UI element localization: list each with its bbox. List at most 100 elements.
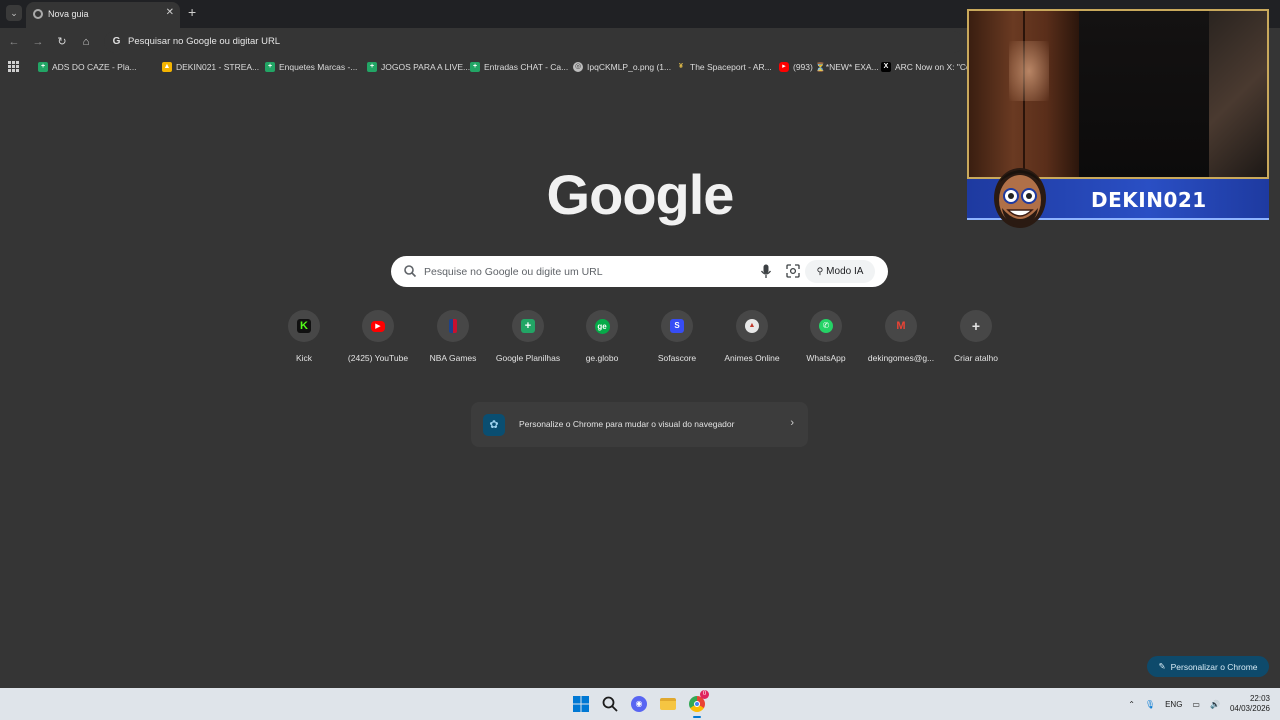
customize-chrome-button[interactable]: ✎ Personalizar o Chrome xyxy=(1147,656,1269,677)
bookmark-item[interactable]: ¥ The Spaceport - AR... xyxy=(676,60,772,74)
new-tab-button[interactable]: + xyxy=(188,4,196,20)
drive-icon: ▲ xyxy=(162,62,172,72)
animes-online-icon: ▲ xyxy=(745,319,759,333)
tab-new-tab[interactable]: Nova guia ✕ xyxy=(26,2,180,28)
clock[interactable]: 22:03 04/03/2026 xyxy=(1230,694,1270,714)
shortcut-label: ge.globo xyxy=(585,353,619,363)
sofascore-icon: S xyxy=(670,319,684,333)
chevron-up-icon[interactable]: ⌃ xyxy=(1128,700,1135,709)
globe-icon: ◎ xyxy=(573,62,583,72)
webcam-poster xyxy=(1209,11,1267,177)
google-lens-icon[interactable] xyxy=(786,264,800,278)
shortcut-label: Google Planilhas xyxy=(495,353,561,363)
customize-chrome-card[interactable]: ✿ Personalize o Chrome para mudar o visu… xyxy=(471,402,808,447)
kick-icon: K xyxy=(297,319,311,333)
ai-mode-button[interactable]: ⚲ Modo IA xyxy=(805,260,875,283)
back-button[interactable]: ← xyxy=(6,34,22,50)
tab-title: Nova guia xyxy=(48,9,89,19)
search-icon xyxy=(404,265,417,278)
streamer-handle: DEKIN021 xyxy=(1091,188,1207,212)
chrome-favicon-icon xyxy=(33,9,43,19)
shortcut-youtube[interactable]: ▶ (2425) YouTube xyxy=(338,310,418,363)
bookmark-item[interactable]: + Enquetes Marcas -... xyxy=(265,60,357,74)
shortcut-nba-games[interactable]: NBA Games xyxy=(413,310,493,363)
taskbar-apps: ◉ 0 xyxy=(570,690,709,718)
taskbar-file-explorer[interactable] xyxy=(657,693,679,715)
sheets-icon: + xyxy=(38,62,48,72)
windows-start-button[interactable] xyxy=(570,693,592,715)
shortcut-label: NBA Games xyxy=(429,353,477,363)
search-input[interactable] xyxy=(424,256,744,287)
sheets-icon: + xyxy=(470,62,480,72)
nba-icon xyxy=(449,319,457,333)
google-g-icon: G xyxy=(112,36,121,47)
webcam-overlay xyxy=(967,9,1269,179)
streamer-avatar xyxy=(994,168,1046,228)
notification-badge: 0 xyxy=(700,690,709,699)
x-icon: X xyxy=(881,62,891,72)
search-box[interactable]: ⚲ Modo IA xyxy=(391,256,888,287)
folder-icon xyxy=(660,698,676,710)
pencil-icon: ✎ xyxy=(1158,661,1166,671)
customize-card-text: Personalize o Chrome para mudar o visual… xyxy=(519,419,735,429)
close-tab-icon[interactable]: ✕ xyxy=(166,7,174,18)
bookmark-item[interactable]: ▸ (993) ⏳*NEW* EXA... xyxy=(779,60,879,74)
home-button[interactable]: ⌂ xyxy=(78,34,94,50)
discord-icon: ◉ xyxy=(631,696,647,712)
shortcut-gmail[interactable]: M dekingomes@g... xyxy=(861,310,941,363)
bookmark-item[interactable]: X ARC Now on X: "Co... xyxy=(881,60,978,74)
shortcut-sofascore[interactable]: S Sofascore xyxy=(637,310,717,363)
microphone-icon[interactable]: 🎙 xyxy=(1145,700,1155,709)
bookmark-item[interactable]: + ADS DO CAZE - Pla... xyxy=(38,60,137,74)
shortcut-kick[interactable]: K Kick xyxy=(264,310,344,363)
language-indicator[interactable]: ENG xyxy=(1165,700,1182,709)
apps-grid-icon[interactable] xyxy=(8,61,19,72)
search-icon xyxy=(602,696,618,712)
bookmark-item[interactable]: + Entradas CHAT - Ca... xyxy=(470,60,568,74)
chevron-right-icon: › xyxy=(790,417,794,429)
shortcut-ge-globo[interactable]: ge ge.globo xyxy=(562,310,642,363)
shortcut-add[interactable]: + Criar atalho xyxy=(936,310,1016,363)
windows-taskbar: ◉ 0 ⌃ 🎙 ENG ▭ 🔊 22:03 04/03/2026 xyxy=(0,688,1280,720)
youtube-icon: ▸ xyxy=(779,62,789,72)
windows-logo-icon xyxy=(573,696,589,712)
volume-icon[interactable]: 🔊 xyxy=(1210,700,1220,709)
shortcut-label: Animes Online xyxy=(724,353,780,363)
address-bar-text: Pesquisar no Google ou digitar URL xyxy=(128,36,281,47)
shortcut-label: Kick xyxy=(295,353,313,363)
palette-icon: ✿ xyxy=(483,414,505,436)
network-icon[interactable]: ▭ xyxy=(1192,700,1200,709)
youtube-icon: ▶ xyxy=(371,320,385,332)
tab-search-button[interactable]: ⌄ xyxy=(6,5,22,21)
clock-date: 04/03/2026 xyxy=(1229,704,1270,713)
whatsapp-icon: ✆ xyxy=(819,319,833,333)
shortcut-google-sheets[interactable]: + Google Planilhas xyxy=(488,310,568,363)
sheets-icon: + xyxy=(367,62,377,72)
system-tray: ⌃ 🎙 ENG ▭ 🔊 22:03 04/03/2026 xyxy=(1128,688,1270,720)
ge-globo-icon: ge xyxy=(594,318,610,334)
shortcut-whatsapp[interactable]: ✆ WhatsApp xyxy=(786,310,866,363)
shortcut-label: Sofascore xyxy=(657,353,697,363)
taskbar-chrome[interactable]: 0 xyxy=(686,690,709,718)
microphone-icon[interactable] xyxy=(760,264,772,279)
google-logo: Google xyxy=(546,163,735,226)
reload-button[interactable]: ↻ xyxy=(54,34,70,50)
sheets-icon: + xyxy=(521,319,535,333)
customize-button-label: Personalizar o Chrome xyxy=(1170,661,1258,672)
shortcut-label: (2425) YouTube xyxy=(347,353,409,363)
shortcut-label: WhatsApp xyxy=(806,353,846,363)
address-bar[interactable]: G Pesquisar no Google ou digitar URL xyxy=(104,31,964,53)
shortcuts-grid: K Kick ▶ (2425) YouTube NBA Games + Goog… xyxy=(0,310,1280,370)
spaceport-icon: ¥ xyxy=(679,63,683,70)
clock-time: 22:03 xyxy=(1249,694,1270,703)
gmail-icon: M xyxy=(896,320,906,332)
shortcut-animes-online[interactable]: ▲ Animes Online xyxy=(712,310,792,363)
forward-button[interactable]: → xyxy=(30,34,46,50)
bookmark-item[interactable]: ▲ DEKIN021 - STREA... xyxy=(162,60,259,74)
bookmark-item[interactable]: ◎ IpqCKMLP_o.png (1... xyxy=(573,60,671,74)
bookmark-item[interactable]: + JOGOS PARA A LIVE... xyxy=(367,60,470,74)
sheets-icon: + xyxy=(265,62,275,72)
taskbar-search-button[interactable] xyxy=(599,693,621,715)
ai-mode-icon: ⚲ xyxy=(816,266,824,276)
taskbar-discord[interactable]: ◉ xyxy=(628,693,650,715)
